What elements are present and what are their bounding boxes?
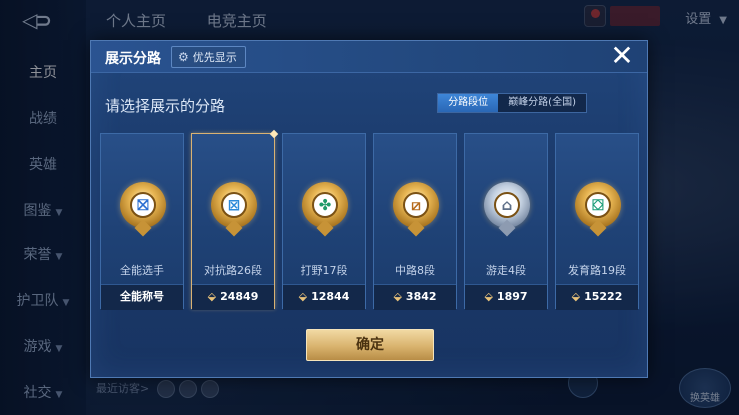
mid-lane-badge-icon: ⧄	[393, 182, 439, 237]
show-lane-dialog: 展示分路 ⚙ 优先显示 ✕ 请选择展示的分路 分路段位 巅峰分路(全国) ⛝ 全能选手…	[90, 40, 648, 378]
gear-icon: ⚙	[178, 50, 189, 64]
lane-card-label: 对抗路26段	[204, 264, 262, 277]
trophy-icon: ⬙	[298, 290, 308, 303]
lane-card[interactable]: ⧄ 中路8段 ⬙ 3842	[373, 133, 457, 310]
priority-display-label: 优先显示	[192, 51, 237, 64]
lane-card[interactable]: ⛋ 发育路19段 ⬙ 15222	[555, 133, 639, 310]
dialog-subtitle: 请选择展示的分路	[105, 97, 226, 115]
lane-card-stat-value: 24849	[220, 290, 259, 303]
lane-card[interactable]: ⛝ 全能选手全能称号	[100, 133, 184, 310]
lane-card-label: 打野17段	[300, 264, 348, 277]
tab-lane-rank[interactable]: 分路段位	[438, 94, 499, 112]
lane-card-stat: ⬙ 24849	[192, 284, 274, 310]
lane-card[interactable]: ✤ 打野17段 ⬙ 12844	[282, 133, 366, 310]
lane-card-stat: ⬙ 1897	[465, 284, 547, 310]
dialog-title: 展示分路	[105, 51, 161, 67]
trophy-icon: ⬙	[571, 290, 581, 303]
selected-corner-marker	[269, 129, 279, 139]
lane-card-stat-value: 15222	[584, 290, 623, 303]
priority-display-button[interactable]: ⚙ 优先显示	[171, 46, 246, 68]
lane-card-stat-value: 全能称号	[120, 290, 164, 303]
segment-tabs: 分路段位 巅峰分路(全国)	[437, 93, 587, 113]
clash-lane-badge-icon: ⊠	[211, 182, 257, 237]
roam-badge-icon: ⌂	[484, 182, 530, 237]
confirm-button[interactable]: 确定	[306, 329, 434, 361]
lane-card-list: ⛝ 全能选手 全能称号 ⊠ 对抗路26段 ⬙ 24849 ✤ 打野17段 ⬙ 12844 ⧄ 中路8段 ⬙…	[100, 129, 640, 310]
lane-card-stat-value: 3842	[405, 290, 437, 303]
lane-card-stat-value: 12844	[311, 290, 350, 303]
lane-card-stat: ⬙ 3842	[374, 284, 456, 310]
lane-card[interactable]: ⌂ 游走4段 ⬙ 1897	[464, 133, 548, 310]
allround-badge-icon: ⛝	[120, 182, 166, 237]
lane-card-label: 全能选手	[120, 264, 164, 277]
close-icon[interactable]: ✕	[609, 42, 635, 70]
lane-card-stat: 全能称号	[101, 284, 183, 310]
tab-peak-lane[interactable]: 巅峰分路(全国)	[498, 94, 586, 112]
lane-card-stat: ⬙ 12844	[283, 284, 365, 310]
trophy-icon: ⬙	[393, 290, 402, 303]
trophy-icon: ⬙	[207, 290, 217, 303]
lane-card[interactable]: ⊠ 对抗路26段 ⬙ 24849	[191, 129, 279, 310]
trophy-icon: ⬙	[484, 290, 493, 303]
dialog-header: 展示分路 ⚙ 优先显示 ✕	[91, 41, 647, 73]
lane-card-stat: ⬙ 15222	[556, 284, 638, 310]
jungle-badge-icon: ✤	[302, 182, 348, 237]
lane-card-label: 发育路19段	[568, 264, 626, 277]
lane-card-label: 游走4段	[486, 264, 526, 277]
lane-card-stat-value: 1897	[496, 290, 528, 303]
farm-lane-badge-icon: ⛋	[575, 182, 621, 237]
lane-card-label: 中路8段	[395, 264, 435, 277]
